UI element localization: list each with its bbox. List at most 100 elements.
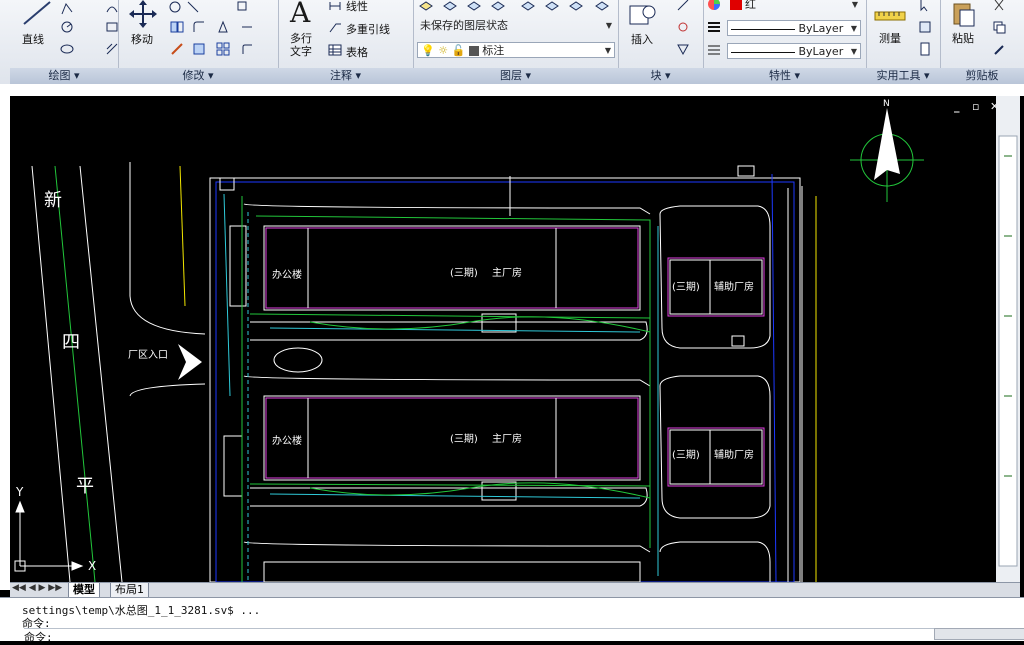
layer-freeze-icon[interactable]	[521, 0, 535, 12]
lineweight-dropdown[interactable]: ByLayer ▼	[727, 20, 861, 36]
mtext-label-2[interactable]: 文字	[290, 43, 312, 59]
mtext-icon[interactable]: A	[290, 0, 310, 29]
table-label[interactable]: 表格	[346, 44, 368, 60]
move-icon[interactable]	[128, 0, 158, 28]
create-block-icon[interactable]	[676, 0, 690, 12]
modify-panel-title[interactable]: 修改 ▾	[118, 68, 278, 84]
command-scrollbar[interactable]	[934, 628, 1024, 640]
ellipse-icon[interactable]	[60, 42, 74, 56]
line-tool-label[interactable]: 直线	[22, 31, 44, 47]
erase-icon[interactable]	[170, 42, 184, 56]
layer-state-dropdown[interactable]: 未保存的图层状态 ▼	[417, 18, 615, 34]
viewport-restore-button[interactable]: ▫	[972, 100, 979, 113]
calculator-icon[interactable]	[918, 42, 932, 56]
color-wheel-icon[interactable]	[707, 0, 721, 11]
copy-icon[interactable]	[236, 0, 250, 14]
compass-north-label: N	[883, 99, 890, 109]
linetype-dropdown[interactable]: ByLayer ▼	[727, 43, 861, 59]
paste-icon[interactable]	[952, 0, 978, 28]
measure-label[interactable]: 测量	[879, 30, 901, 46]
command-history-line: settings\temp\水总图_1_1_3281.sv$ ...	[22, 604, 261, 617]
layer-off-icon[interactable]	[569, 0, 583, 12]
annotation-panel-title[interactable]: 注释 ▾	[278, 68, 413, 84]
ucs-icon	[14, 500, 84, 572]
layer-isolate-icon[interactable]	[491, 0, 505, 12]
cut-icon[interactable]	[992, 0, 1006, 12]
insert-block-icon[interactable]	[628, 0, 658, 28]
trim-icon[interactable]	[186, 0, 200, 14]
measure-icon[interactable]	[874, 0, 908, 26]
clipboard-panel: 粘贴 剪贴板	[940, 0, 1024, 84]
move-label[interactable]: 移动	[131, 31, 153, 47]
rotate-icon[interactable]	[168, 0, 182, 14]
draw-panel-title[interactable]: 绘图 ▾	[10, 68, 118, 84]
linetype-icon	[708, 45, 720, 55]
layer-match-icon[interactable]	[443, 0, 457, 12]
stretch-icon[interactable]	[216, 20, 230, 34]
layer-walk-icon[interactable]	[595, 0, 609, 12]
tab-scroll-icons[interactable]: ◀◀ ◀ ▶ ▶▶	[12, 583, 62, 593]
array-icon[interactable]	[216, 42, 230, 56]
layer-thaw-icon: ☼	[438, 44, 449, 57]
site-plan-drawing: 新 四 平 厂区入口 办公楼 (三期) 主厂房 (三期) 辅助厂房 办公楼 (三…	[14, 99, 924, 583]
explode-icon[interactable]	[240, 20, 254, 34]
line-tool-icon[interactable]	[20, 0, 60, 30]
tool-palette-strip[interactable]	[996, 96, 1020, 582]
aux2-name-label: 辅助厂房	[714, 448, 754, 461]
command-window: settings\temp\水总图_1_1_3281.sv$ ... 命令: 命…	[0, 597, 1024, 644]
properties-panel: 红 ▼ ByLayer ▼ ByLayer ▼ 特性 ▾	[703, 0, 867, 84]
viewport-minimize-button[interactable]: _	[954, 100, 960, 113]
rectangle-icon[interactable]	[105, 20, 119, 34]
hatch-icon[interactable]	[105, 42, 119, 56]
clipboard-panel-title[interactable]: 剪贴板	[940, 68, 1024, 84]
mirror-icon[interactable]	[170, 20, 184, 34]
quick-select-icon[interactable]	[918, 20, 932, 34]
scale-icon[interactable]	[192, 42, 206, 56]
circle-icon[interactable]	[60, 20, 74, 34]
entrance-arrow-icon	[178, 344, 202, 380]
layer-lock-icon[interactable]	[545, 0, 559, 12]
office1-label: 办公楼	[272, 268, 302, 281]
properties-panel-title[interactable]: 特性 ▾	[703, 68, 866, 84]
copy-clip-icon[interactable]	[992, 20, 1006, 34]
draw-panel: 直线 绘图 ▾	[10, 0, 119, 84]
layer-properties-icon[interactable]	[419, 0, 433, 12]
entrance-label: 厂区入口	[128, 349, 168, 361]
select-icon[interactable]	[918, 0, 932, 12]
linear-dim-icon[interactable]	[328, 0, 342, 14]
command-input[interactable]: 命令:	[24, 628, 934, 645]
arc-icon[interactable]	[105, 2, 119, 16]
north-compass-icon	[850, 108, 924, 202]
road-lines	[31, 162, 206, 583]
mleader-icon[interactable]	[328, 20, 342, 34]
color-dropdown[interactable]: 红 ▼	[727, 0, 861, 13]
edit-block-icon[interactable]	[676, 20, 690, 34]
building-row-3	[243, 541, 771, 583]
table-icon[interactable]	[328, 43, 342, 57]
linear-dim-label[interactable]: 线性	[346, 0, 368, 14]
polyline-icon[interactable]	[60, 2, 74, 16]
layer-color-swatch	[468, 46, 479, 56]
layer-dropdown[interactable]: 💡 ☼ 🔓 标注 ▼	[417, 42, 615, 58]
tab-model[interactable]: 模型	[68, 583, 100, 598]
match-properties-icon[interactable]	[992, 42, 1006, 56]
annotation-panel: A 多行 文字 线性 多重引线 表格 注释 ▾	[278, 0, 414, 84]
drawing-top-border	[0, 84, 1024, 96]
road-label-3: 平	[76, 476, 94, 497]
fillet-icon[interactable]	[192, 20, 206, 34]
model-space-canvas[interactable]: 新 四 平 厂区入口 办公楼 (三期) 主厂房 (三期) 辅助厂房 办公楼 (三…	[10, 96, 999, 583]
layers-panel-title[interactable]: 图层 ▾	[413, 68, 618, 84]
block-panel-title[interactable]: 块 ▾	[618, 68, 703, 84]
utilities-panel-title[interactable]: 实用工具 ▾	[866, 68, 940, 84]
layer-previous-icon[interactable]	[467, 0, 481, 12]
tab-layout1[interactable]: 布局1	[110, 583, 149, 598]
ucs-y-label: Y	[15, 485, 24, 499]
mleader-label[interactable]: 多重引线	[346, 21, 390, 37]
tool-palette-icons	[998, 135, 1018, 567]
paste-label[interactable]: 粘贴	[952, 30, 974, 46]
offset-icon[interactable]	[240, 42, 254, 56]
attribute-icon[interactable]	[676, 42, 690, 56]
current-layer-name: 标注	[482, 44, 505, 57]
office2-label: 办公楼	[272, 434, 302, 447]
insert-label[interactable]: 插入	[631, 31, 653, 47]
